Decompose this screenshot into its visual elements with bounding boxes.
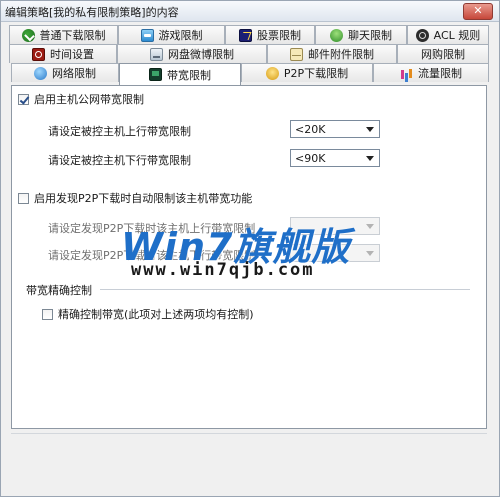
tab-download-limit[interactable]: 普通下载限制: [9, 25, 118, 44]
tab-time-settings[interactable]: 时间设置: [9, 44, 117, 63]
stock-icon: [239, 28, 252, 42]
tab-shopping-limit[interactable]: 网购限制: [397, 44, 489, 63]
checkbox-label: 精确控制带宽(此项对上述两项均有控制): [58, 308, 254, 321]
checkbox-unchecked[interactable]: [18, 192, 29, 204]
tab-label: 股票限制: [257, 29, 301, 42]
policy-editor-window: 编辑策略[我的私有限制策略]的内容 ✕ 普通下载限制 游戏限制 股票限制 聊天限…: [0, 0, 500, 497]
tab-label: ACL 规则: [433, 29, 481, 42]
tab-label: 普通下载限制: [39, 29, 106, 42]
tab-acl-rules[interactable]: ACL 规则: [407, 25, 489, 44]
tab-p2p-limit[interactable]: P2P下载限制: [241, 63, 373, 82]
tab-mail-attachment-limit[interactable]: 邮件附件限制: [267, 44, 397, 63]
tab-label: 网络限制: [52, 67, 96, 80]
download-icon: [21, 28, 35, 42]
title-bar: 编辑策略[我的私有限制策略]的内容 ✕: [1, 1, 499, 22]
upload-limit-value: <20K: [295, 122, 326, 136]
monitor-icon: [149, 68, 162, 81]
mail-attachment-icon: [290, 47, 303, 61]
chevron-down-icon: [366, 224, 374, 229]
tab-label: 网盘微博限制: [168, 48, 234, 61]
chevron-down-icon: [366, 127, 374, 132]
download-limit-label: 请设定被控主机下行带宽限制: [48, 154, 191, 167]
clock-icon: [32, 47, 45, 61]
flow-icon: [400, 67, 413, 80]
globe-icon: [34, 66, 47, 80]
tab-label: P2P下载限制: [283, 67, 349, 80]
game-icon: [140, 28, 154, 42]
checkbox-label: 启用发现P2P下载时自动限制该主机带宽功能: [34, 192, 253, 205]
p2p-download-limit-select[interactable]: [290, 244, 380, 262]
p2p-download-limit-label: 请设定发现P2P下载时该主机下行带宽限制: [48, 249, 256, 262]
download-limit-value: <90K: [295, 151, 326, 165]
panel-footer-divider: [11, 433, 487, 434]
cloud-disk-icon: [150, 47, 163, 61]
download-limit-select[interactable]: <90K: [290, 149, 380, 167]
group-divider: [100, 289, 470, 290]
p2p-icon: [265, 66, 279, 80]
tab-network-limit[interactable]: 网络限制: [11, 63, 119, 82]
tab-game-limit[interactable]: 游戏限制: [118, 25, 225, 44]
bandwidth-panel: 启用主机公网带宽限制 请设定被控主机上行带宽限制 <20K 请设定被控主机下行带…: [11, 85, 487, 429]
policy-tabs: 普通下载限制 游戏限制 股票限制 聊天限制 ACL 规则 时间设置 网盘微博限制: [1, 23, 499, 85]
tab-chat-limit[interactable]: 聊天限制: [315, 25, 407, 44]
tab-stock-limit[interactable]: 股票限制: [225, 25, 315, 44]
upload-limit-select[interactable]: <20K: [290, 120, 380, 138]
precise-control-group-label: 带宽精确控制: [26, 284, 92, 297]
tab-label: 带宽限制: [167, 68, 211, 82]
tab-label: 邮件附件限制: [308, 48, 374, 61]
close-button[interactable]: ✕: [463, 3, 493, 20]
enable-host-bandwidth-limit[interactable]: 启用主机公网带宽限制: [18, 91, 144, 107]
window-title: 编辑策略[我的私有限制策略]的内容: [5, 6, 179, 19]
p2p-upload-limit-label: 请设定发现P2P下载时该主机上行带宽限制: [48, 222, 256, 235]
tab-label: 聊天限制: [348, 29, 392, 42]
p2p-upload-limit-select[interactable]: [290, 217, 380, 235]
tab-label: 时间设置: [50, 48, 94, 61]
chevron-down-icon: [366, 251, 374, 256]
checkbox-label: 启用主机公网带宽限制: [34, 93, 144, 106]
chat-icon: [330, 28, 343, 42]
tab-traffic-limit[interactable]: 流量限制: [373, 63, 489, 82]
tab-label: 网购限制: [421, 48, 465, 61]
checkbox-checked[interactable]: [18, 93, 29, 105]
tab-label: 流量限制: [418, 67, 462, 80]
enable-p2p-auto-limit[interactable]: 启用发现P2P下载时自动限制该主机带宽功能: [18, 190, 252, 206]
precise-bandwidth-control[interactable]: 精确控制带宽(此项对上述两项均有控制): [42, 306, 254, 322]
acl-icon: [415, 28, 429, 42]
tab-label: 游戏限制: [158, 29, 203, 42]
upload-limit-label: 请设定被控主机上行带宽限制: [48, 125, 191, 138]
tab-cloud-weibo-limit[interactable]: 网盘微博限制: [117, 44, 267, 63]
tab-bandwidth-limit[interactable]: 带宽限制: [119, 63, 241, 85]
checkbox-unchecked[interactable]: [42, 308, 53, 320]
chevron-down-icon: [366, 156, 374, 161]
